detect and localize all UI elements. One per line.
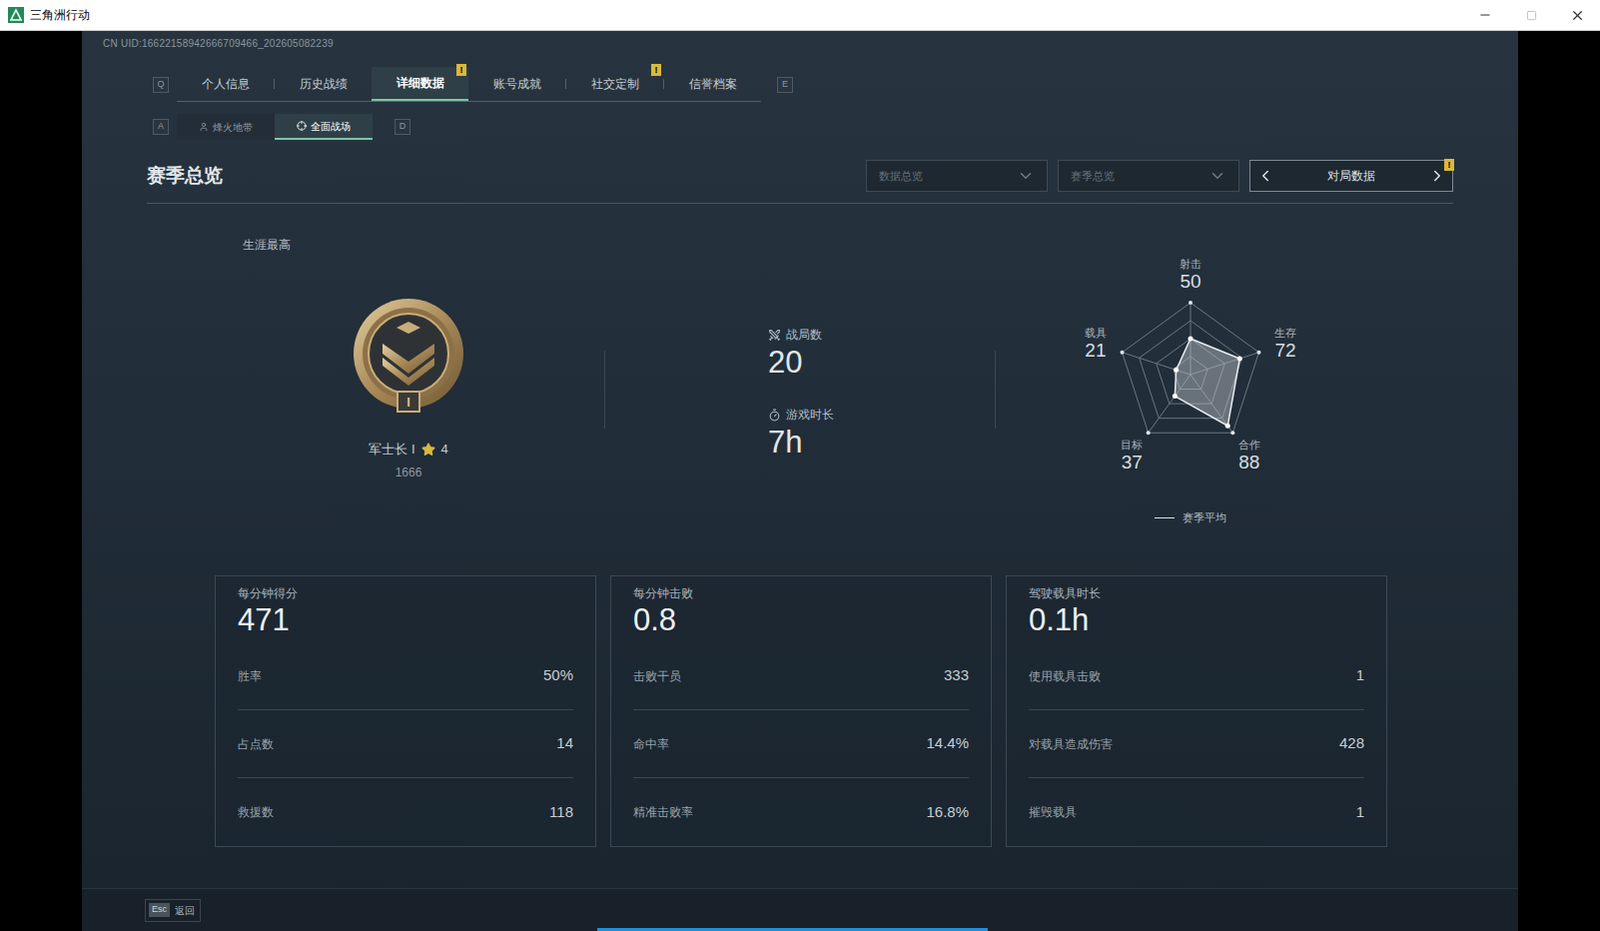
maximize-button[interactable] xyxy=(1508,0,1555,30)
swords-icon xyxy=(768,328,782,342)
season-summary: 生涯最高 I 军士长 I 4 1666 战局数20 游戏时长7h 射击50 生存72 合作88 目标… xyxy=(81,203,1519,576)
rank-name: 军士长 I xyxy=(368,439,415,460)
rank-stars: 4 xyxy=(441,439,449,460)
radar-series xyxy=(1172,336,1243,429)
stat-cards: 每分钟得分471胜率50%占点数14救援数118每分钟击败0.8击败干员333命… xyxy=(81,575,1519,847)
filter-dropdown[interactable]: 数据总览 xyxy=(865,159,1048,192)
main-tab[interactable]: 账号成就 xyxy=(468,66,566,101)
title-bar: 三角洲行动 xyxy=(0,0,1600,31)
section-divider xyxy=(146,202,1454,204)
chevron-down-icon xyxy=(1016,166,1035,185)
stat-card: 驾驶载具时长0.1h使用载具击败1对载具造成伤害428摧毁载具1 xyxy=(1005,575,1388,847)
letterbox-right xyxy=(1518,30,1600,931)
radar-axis-label: 目标37 xyxy=(1120,437,1143,474)
prev-page-icon[interactable] xyxy=(1256,166,1275,185)
card-row: 使用载具击败1 xyxy=(1028,642,1365,711)
card-row: 对载具造成伤害428 xyxy=(1028,710,1365,779)
next-tab-key[interactable]: E xyxy=(777,76,794,93)
section-title: 赛季总览 xyxy=(146,161,223,191)
notice-badge: ! xyxy=(651,63,662,76)
bottom-accent-bar xyxy=(597,927,988,931)
matches-label: 战局数 xyxy=(786,325,822,344)
mode-tab[interactable]: 全面战场 xyxy=(274,113,373,140)
app-logo-icon xyxy=(7,6,24,23)
window-title: 三角洲行动 xyxy=(29,5,90,24)
letterbox-left xyxy=(0,30,82,931)
radar-axis-label: 射击50 xyxy=(1179,256,1202,293)
back-button[interactable]: Esc返回 xyxy=(144,898,201,922)
card-title: 每分钟得分 xyxy=(237,584,574,603)
radar-axis-label: 合作88 xyxy=(1238,437,1261,474)
card-title: 驾驶载具时长 xyxy=(1028,584,1365,603)
rank-score: 1666 xyxy=(395,463,423,482)
stat-pager: 对局数据! xyxy=(1249,159,1454,192)
notice-badge: ! xyxy=(1444,158,1455,171)
minimize-button[interactable] xyxy=(1462,0,1509,30)
radar-legend: 赛季平均 xyxy=(1154,509,1227,527)
operator-icon xyxy=(198,121,209,132)
close-button[interactable] xyxy=(1554,0,1600,30)
game-screen: CN UID:16622158942666709466_202605082239… xyxy=(81,30,1519,931)
chevron-down-icon xyxy=(1208,166,1227,185)
card-row: 救援数118 xyxy=(237,778,574,846)
minimize-icon xyxy=(1478,7,1493,22)
main-tab[interactable]: 个人信息 xyxy=(176,66,274,101)
radar-chart: 射击50 生存72 合作88 目标37 载具21 xyxy=(1050,249,1331,500)
playtime-label: 游戏时长 xyxy=(786,405,834,424)
close-icon xyxy=(1570,7,1586,23)
radar-axis-label: 载具21 xyxy=(1084,325,1107,362)
rank-medal-icon: I xyxy=(352,297,465,416)
battlefield-icon xyxy=(296,120,307,131)
career-label: 生涯最高 xyxy=(146,203,605,254)
app-window: 三角洲行动 CN UID:16622158942666709466_2026050… xyxy=(0,0,1600,931)
footer-bar: Esc返回 xyxy=(81,887,1519,931)
filter-dropdown[interactable]: 赛季总览 xyxy=(1057,159,1240,192)
card-value: 471 xyxy=(237,602,574,639)
prev-mode-key[interactable]: A xyxy=(152,118,169,135)
uid-text: CN UID:16622158942666709466_202605082239 xyxy=(81,30,1519,50)
card-row: 命中率14.4% xyxy=(633,710,969,779)
svg-text:I: I xyxy=(406,394,411,410)
main-tabs: Q 个人信息历史战绩详细数据!账号成就社交定制!信誉档案 E xyxy=(81,66,1519,102)
card-value: 0.1h xyxy=(1028,602,1365,639)
main-tab[interactable]: 社交定制! xyxy=(566,66,664,101)
next-mode-key[interactable]: D xyxy=(394,118,411,135)
main-tab[interactable]: 详细数据! xyxy=(371,66,469,101)
career-best: 生涯最高 I 军士长 I 4 1666 xyxy=(146,203,605,576)
esc-key: Esc xyxy=(148,902,170,917)
main-tab[interactable]: 历史战绩 xyxy=(274,66,372,101)
matches-value: 20 xyxy=(768,343,995,382)
prev-tab-key[interactable]: Q xyxy=(152,76,169,93)
card-row: 摧毁载具1 xyxy=(1028,778,1365,846)
match-stats: 战局数20 游戏时长7h xyxy=(605,203,995,576)
card-row: 精准击败率16.8% xyxy=(633,778,969,846)
notice-badge: ! xyxy=(456,63,467,76)
playtime-value: 7h xyxy=(768,423,995,462)
stat-card: 每分钟得分471胜率50%占点数14救援数118 xyxy=(214,575,597,847)
card-row: 占点数14 xyxy=(237,710,574,779)
timer-icon xyxy=(768,408,782,422)
maximize-icon xyxy=(1526,9,1538,21)
radar-axis-label: 生存72 xyxy=(1274,325,1297,362)
card-value: 0.8 xyxy=(633,602,969,639)
card-row: 击败干员333 xyxy=(633,642,969,711)
section-header: 赛季总览数据总览赛季总览对局数据! xyxy=(81,159,1519,192)
stat-card: 每分钟击败0.8击败干员333命中率14.4%精准击败率16.8% xyxy=(610,575,992,847)
card-title: 每分钟击败 xyxy=(633,584,969,603)
star-icon xyxy=(421,442,436,457)
mode-tabs: A 烽火地带全面战场 D xyxy=(81,113,1519,140)
card-row: 胜率50% xyxy=(237,642,574,711)
main-tab[interactable]: 信誉档案 xyxy=(664,66,762,101)
mode-tab[interactable]: 烽火地带 xyxy=(176,113,275,140)
